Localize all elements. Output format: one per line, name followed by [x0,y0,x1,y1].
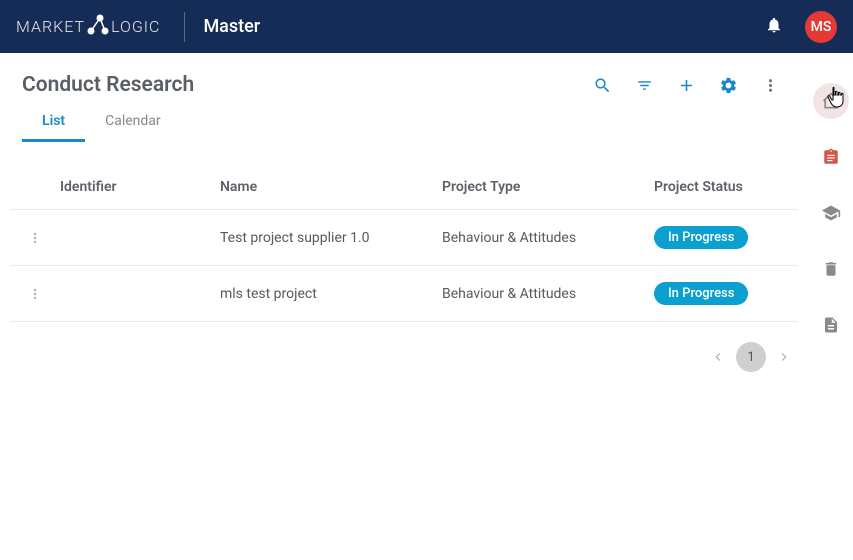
col-identifier[interactable]: Identifier [60,179,220,195]
right-rail [808,53,853,560]
rail-clipboard-icon[interactable] [813,139,849,175]
brand-text-left: MARKET [16,17,85,36]
cell-type: Behaviour & Attitudes [442,286,654,302]
col-name[interactable]: Name [220,179,442,195]
topbar: MARKET LOGIC Master MS [0,0,853,53]
tabs: List Calendar [0,97,808,143]
main-content: Conduct Research List [0,53,808,560]
page-title: Conduct Research [22,73,194,97]
table-row[interactable]: mls test project Behaviour & Attitudes I… [10,265,798,322]
status-badge: In Progress [654,282,748,305]
workspace-name[interactable]: Master [203,16,260,37]
cell-status: In Progress [654,282,798,305]
next-page-icon[interactable] [776,349,792,365]
row-more-icon[interactable] [10,230,60,246]
cell-name: Test project supplier 1.0 [220,230,442,246]
prev-page-icon[interactable] [710,349,726,365]
rail-trash-icon[interactable] [813,251,849,287]
rail-home-icon[interactable] [813,83,849,119]
filter-icon[interactable] [634,75,654,95]
notifications-bell-icon[interactable] [765,16,783,38]
page-header: Conduct Research [0,53,808,97]
tab-list[interactable]: List [22,113,85,142]
rail-document-icon[interactable] [813,307,849,343]
more-vert-icon[interactable] [760,75,780,95]
col-status[interactable]: Project Status [654,179,798,195]
cell-type: Behaviour & Attitudes [442,230,654,246]
table-header-row: Identifier Name Project Type Project Sta… [10,143,798,209]
topbar-divider [184,12,185,42]
search-icon[interactable] [592,75,612,95]
gear-icon[interactable] [718,75,738,95]
col-type[interactable]: Project Type [442,179,654,195]
table-row[interactable]: Test project supplier 1.0 Behaviour & At… [10,209,798,265]
projects-table: Identifier Name Project Type Project Sta… [0,143,808,322]
header-actions [592,75,786,95]
page-number[interactable]: 1 [736,342,766,372]
rail-graduation-icon[interactable] [813,195,849,231]
brand-logo[interactable]: MARKET LOGIC [16,13,160,41]
row-more-icon[interactable] [10,286,60,302]
cell-status: In Progress [654,226,798,249]
brand-text-right: LOGIC [111,17,160,36]
add-icon[interactable] [676,75,696,95]
tab-calendar[interactable]: Calendar [85,113,181,142]
pagination: 1 [0,322,808,392]
cell-name: mls test project [220,286,442,302]
logo-dots-icon [87,13,109,37]
user-avatar[interactable]: MS [805,11,837,43]
status-badge: In Progress [654,226,748,249]
